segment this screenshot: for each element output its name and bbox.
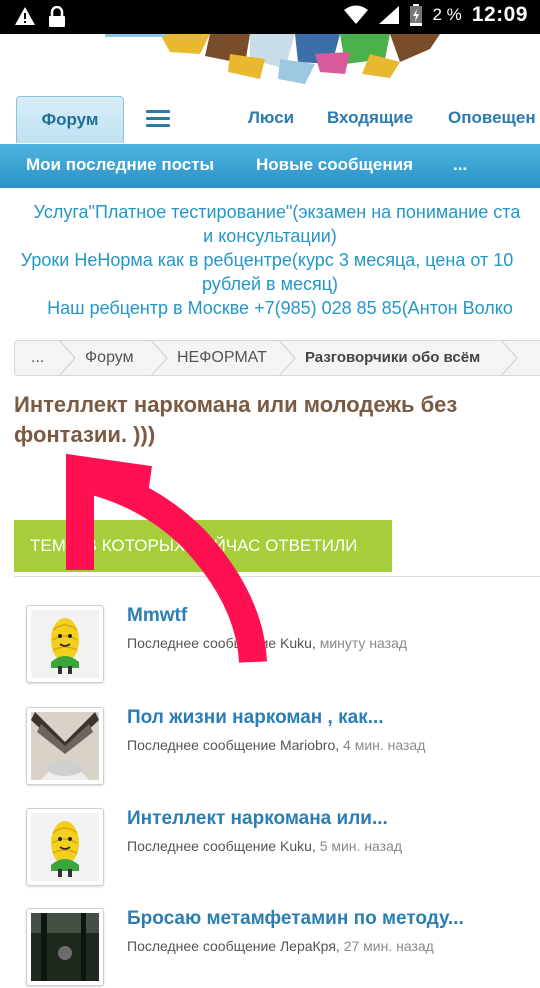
notice-line[interactable]: Уроки НеНорма как в ребцентре(курс 3 мес…	[0, 248, 540, 272]
thread-time: 5 мин. назад	[319, 838, 403, 854]
wifi-icon	[344, 5, 369, 24]
thread-time: минуту назад	[319, 635, 408, 651]
battery-icon	[410, 4, 423, 26]
user-avatar[interactable]	[26, 908, 104, 986]
thread-meta: Последнее сообщение Kuku, минуту назад	[127, 635, 408, 651]
user-avatar[interactable]	[26, 808, 104, 886]
breadcrumb-item-more[interactable]: ...	[31, 349, 44, 367]
notice-line[interactable]: и консультации)	[0, 224, 540, 248]
thread-meta: Последнее сообщение ЛераКря, 27 мин. наз…	[127, 938, 434, 954]
new-messages-link[interactable]: Новые сообщения	[256, 155, 413, 175]
breadcrumb: ... Форум НЕФОРМАТ Разговорчики обо всём	[14, 340, 540, 376]
nav-link-lyusi[interactable]: Люси	[248, 108, 294, 128]
top-navigation: Форум Люси Входящие Оповещен	[0, 96, 540, 145]
notice-line[interactable]: Услуга"Платное тестирование"(экзамен на …	[14, 200, 540, 224]
sub-navigation: Мои последние посты Новые сообщения ...	[0, 144, 540, 188]
thread-item[interactable]: Бросаю метамфетамин по методу... Последн…	[26, 908, 540, 988]
lock-icon	[49, 6, 65, 27]
last-poster-link[interactable]: Kuku	[280, 838, 312, 854]
forest-avatar-icon	[31, 913, 99, 981]
thread-item[interactable]: Пол жизни наркоман , как... Последнее со…	[26, 707, 540, 787]
corn-avatar-icon	[31, 610, 99, 678]
thread-meta: Последнее сообщение Kuku, 5 мин. назад	[127, 838, 403, 854]
site-logo[interactable]	[100, 34, 480, 86]
my-recent-posts-link[interactable]: Мои последние посты	[26, 155, 214, 175]
page-title: Интеллект наркомана или молодежь без фон…	[14, 392, 458, 447]
breadcrumb-separator-icon	[278, 340, 296, 376]
thread-meta: Последнее сообщение Mariobro, 4 мин. наз…	[127, 737, 426, 753]
battery-percent: 2 %	[432, 5, 462, 24]
user-avatar[interactable]	[26, 707, 104, 785]
thread-time: 27 мин. назад	[343, 938, 434, 954]
breadcrumb-item-current[interactable]: Разговорчики обо всём	[305, 349, 480, 366]
breadcrumb-item-forum[interactable]: Форум	[85, 349, 134, 367]
notice-block: Услуга"Платное тестирование"(экзамен на …	[0, 200, 540, 320]
nav-link-inbox[interactable]: Входящие	[327, 108, 413, 128]
breadcrumb-item-neformat[interactable]: НЕФОРМАТ	[177, 349, 267, 367]
notice-line[interactable]: рублей в месяц)	[0, 272, 540, 296]
thread-title[interactable]: Пол жизни наркоман , как...	[127, 707, 384, 729]
clock: 12:09	[471, 3, 528, 26]
hamburger-menu-icon[interactable]	[146, 110, 170, 128]
signal-icon	[379, 6, 400, 24]
more-link[interactable]: ...	[453, 155, 467, 175]
tab-forum[interactable]: Форум	[16, 96, 124, 143]
thread-title[interactable]: Mmwtf	[127, 605, 187, 627]
breadcrumb-separator-icon	[150, 340, 168, 376]
thread-item[interactable]: Интеллект наркомана или... Последнее соо…	[26, 808, 540, 888]
last-poster-link[interactable]: Mariobro	[280, 737, 335, 753]
user-avatar[interactable]	[26, 605, 104, 683]
wings-avatar-icon	[31, 712, 99, 780]
corn-avatar-icon	[31, 813, 99, 881]
notice-line[interactable]: Наш ребцентр в Москве +7(985) 028 85 85(…	[20, 296, 540, 320]
thread-title[interactable]: Бросаю метамфетамин по методу...	[127, 908, 464, 930]
last-poster-link[interactable]: Kuku	[280, 635, 312, 651]
thread-title[interactable]: Интеллект наркомана или...	[127, 808, 388, 830]
last-poster-link[interactable]: ЛераКря	[280, 938, 336, 954]
breadcrumb-separator-icon	[500, 340, 518, 376]
breadcrumb-separator-icon	[58, 340, 76, 376]
recently-answered-threads-button[interactable]: ТЕМЫ В КОТОРЫХ СЕЙЧАС ОТВЕТИЛИ	[14, 520, 392, 572]
warning-icon	[15, 7, 35, 25]
nav-link-notifications[interactable]: Оповещен	[448, 108, 536, 128]
status-bar: 2 % 12:09	[0, 0, 540, 34]
thread-item[interactable]: Mmwtf Последнее сообщение Kuku, минуту н…	[26, 605, 540, 685]
thread-time: 4 мин. назад	[343, 737, 426, 753]
divider	[14, 576, 540, 577]
